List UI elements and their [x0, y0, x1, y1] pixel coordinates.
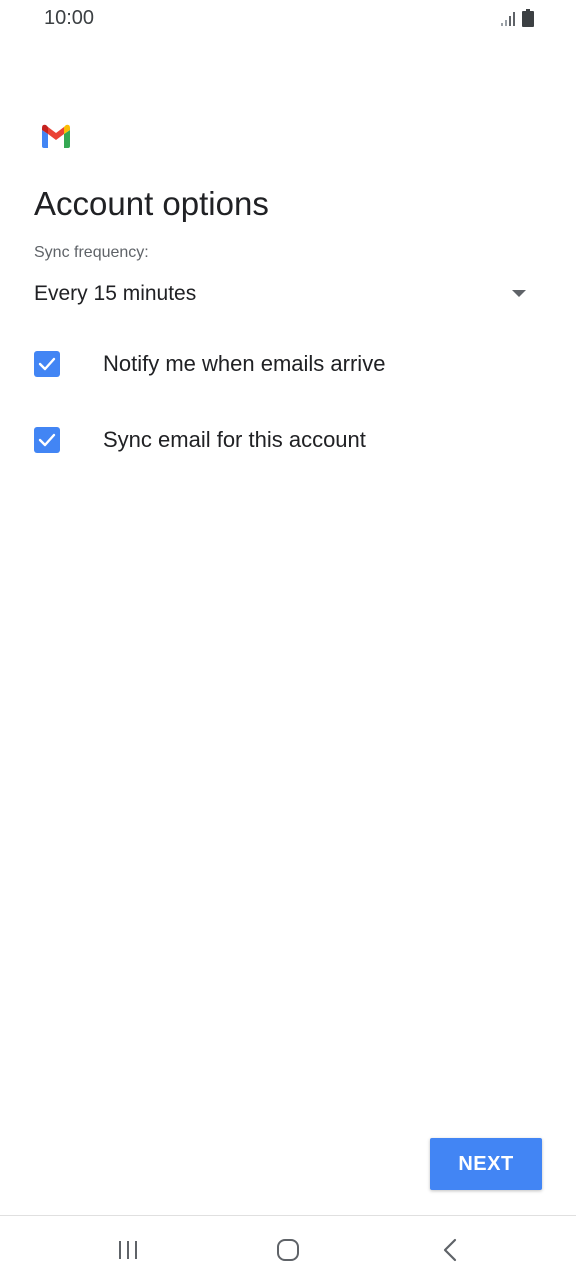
gmail-logo-icon	[40, 124, 72, 148]
sync-frequency-dropdown[interactable]: Every 15 minutes	[34, 278, 534, 312]
sync-email-option-label: Sync email for this account	[103, 427, 366, 452]
notify-checkbox[interactable]	[34, 351, 60, 377]
next-button[interactable]: NEXT	[430, 1138, 542, 1190]
sync-email-option-row[interactable]: Sync email for this account	[34, 420, 534, 460]
sync-frequency-label: Sync frequency:	[34, 244, 149, 261]
sync-email-checkbox[interactable]	[34, 427, 60, 453]
battery-icon	[522, 9, 534, 32]
account-options-screen: 10:00 Account options Sync frequency: Ev…	[0, 0, 576, 1282]
home-icon[interactable]	[268, 1234, 308, 1266]
dropdown-arrow-icon	[512, 290, 526, 297]
status-icons	[500, 9, 534, 32]
status-bar: 10:00	[0, 0, 576, 40]
checkmark-icon	[38, 433, 56, 447]
recent-apps-icon[interactable]	[108, 1234, 148, 1266]
back-icon[interactable]	[430, 1234, 470, 1266]
sync-frequency-value: Every 15 minutes	[34, 282, 197, 305]
status-time: 10:00	[44, 7, 95, 29]
page-title: Account options	[34, 185, 269, 222]
notify-option-row[interactable]: Notify me when emails arrive	[34, 344, 534, 384]
notify-option-label: Notify me when emails arrive	[103, 351, 386, 376]
signal-icon	[500, 11, 516, 32]
navigation-bar	[0, 1215, 576, 1282]
checkmark-icon	[38, 357, 56, 371]
